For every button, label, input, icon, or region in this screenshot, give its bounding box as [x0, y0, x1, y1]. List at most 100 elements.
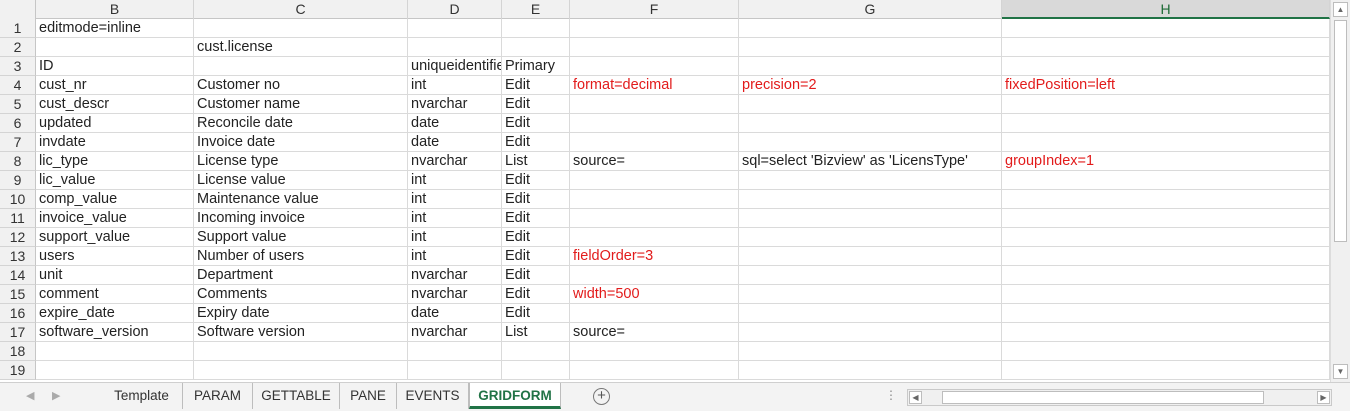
cell-e6[interactable]: Edit	[502, 114, 570, 133]
scroll-right-icon[interactable]: ▶	[1317, 391, 1330, 404]
scroll-up-icon[interactable]: ▲	[1333, 2, 1348, 17]
cell-d13[interactable]: int	[408, 247, 502, 266]
triangle-left-icon[interactable]: ◀	[26, 389, 34, 402]
cell-f14[interactable]	[570, 266, 739, 285]
horizontal-scrollbar[interactable]: ◀ ▶	[907, 389, 1332, 406]
cell-f9[interactable]	[570, 171, 739, 190]
cell-b11[interactable]: invoice_value	[36, 209, 194, 228]
cell-e4[interactable]: Edit	[502, 76, 570, 95]
cell-e14[interactable]: Edit	[502, 266, 570, 285]
cell-g18[interactable]	[739, 342, 1002, 361]
cell-f1[interactable]	[570, 19, 739, 38]
cell-f10[interactable]	[570, 190, 739, 209]
cell-g12[interactable]	[739, 228, 1002, 247]
row-header[interactable]: 6	[0, 114, 36, 133]
tab-param[interactable]: PARAM	[183, 383, 253, 409]
cell-e2[interactable]	[502, 38, 570, 57]
cell-b8[interactable]: lic_type	[36, 152, 194, 171]
cell-c5[interactable]: Customer name	[194, 95, 408, 114]
cell-f2[interactable]	[570, 38, 739, 57]
cell-e17[interactable]: List	[502, 323, 570, 342]
row-header[interactable]: 15	[0, 285, 36, 304]
cell-g8[interactable]: sql=select 'Bizview' as 'LicensType'	[739, 152, 1002, 171]
cell-c6[interactable]: Reconcile date	[194, 114, 408, 133]
more-options-icon[interactable]: ⋮	[885, 388, 897, 402]
row-header[interactable]: 11	[0, 209, 36, 228]
cell-e8[interactable]: List	[502, 152, 570, 171]
scroll-left-icon[interactable]: ◀	[909, 391, 922, 404]
cell-d12[interactable]: int	[408, 228, 502, 247]
cell-e18[interactable]	[502, 342, 570, 361]
cell-d3[interactable]: uniqueidentifier	[408, 57, 502, 76]
column-header-e[interactable]: E	[502, 0, 570, 19]
tab-template[interactable]: Template	[101, 383, 183, 409]
cell-c9[interactable]: License value	[194, 171, 408, 190]
cell-e5[interactable]: Edit	[502, 95, 570, 114]
cell-h13[interactable]	[1002, 247, 1330, 266]
cell-f6[interactable]	[570, 114, 739, 133]
cell-b6[interactable]: updated	[36, 114, 194, 133]
row-header[interactable]: 13	[0, 247, 36, 266]
cell-c1[interactable]	[194, 19, 408, 38]
cell-c12[interactable]: Support value	[194, 228, 408, 247]
row-header[interactable]: 3	[0, 57, 36, 76]
cell-h1[interactable]	[1002, 19, 1330, 38]
cell-h9[interactable]	[1002, 171, 1330, 190]
cell-b9[interactable]: lic_value	[36, 171, 194, 190]
cell-c7[interactable]: Invoice date	[194, 133, 408, 152]
cell-f16[interactable]	[570, 304, 739, 323]
cell-b14[interactable]: unit	[36, 266, 194, 285]
cell-d10[interactable]: int	[408, 190, 502, 209]
row-header[interactable]: 10	[0, 190, 36, 209]
cell-d19[interactable]	[408, 361, 502, 380]
cell-h2[interactable]	[1002, 38, 1330, 57]
cell-d15[interactable]: nvarchar	[408, 285, 502, 304]
cell-b3[interactable]: ID	[36, 57, 194, 76]
cell-h8[interactable]: groupIndex=1	[1002, 152, 1330, 171]
cell-c15[interactable]: Comments	[194, 285, 408, 304]
tab-pane[interactable]: PANE	[340, 383, 397, 409]
cell-g6[interactable]	[739, 114, 1002, 133]
cell-b10[interactable]: comp_value	[36, 190, 194, 209]
row-header[interactable]: 5	[0, 95, 36, 114]
cell-f3[interactable]	[570, 57, 739, 76]
cell-g3[interactable]	[739, 57, 1002, 76]
row-header[interactable]: 19	[0, 361, 36, 380]
cell-c11[interactable]: Incoming invoice	[194, 209, 408, 228]
cell-d4[interactable]: int	[408, 76, 502, 95]
cell-b15[interactable]: comment	[36, 285, 194, 304]
cell-h5[interactable]	[1002, 95, 1330, 114]
vertical-scrollbar[interactable]: ▲ ▼	[1330, 0, 1350, 382]
cell-e16[interactable]: Edit	[502, 304, 570, 323]
cell-e3[interactable]: Primary	[502, 57, 570, 76]
cell-h17[interactable]	[1002, 323, 1330, 342]
cell-d18[interactable]	[408, 342, 502, 361]
tab-events[interactable]: EVENTS	[397, 383, 469, 409]
cell-f4[interactable]: format=decimal	[570, 76, 739, 95]
column-header-h[interactable]: H	[1002, 0, 1330, 19]
cell-c4[interactable]: Customer no	[194, 76, 408, 95]
cell-g7[interactable]	[739, 133, 1002, 152]
cell-c19[interactable]	[194, 361, 408, 380]
cell-b13[interactable]: users	[36, 247, 194, 266]
row-header[interactable]: 7	[0, 133, 36, 152]
cell-b16[interactable]: expire_date	[36, 304, 194, 323]
column-header-f[interactable]: F	[570, 0, 739, 19]
cell-c14[interactable]: Department	[194, 266, 408, 285]
cell-e9[interactable]: Edit	[502, 171, 570, 190]
cell-g1[interactable]	[739, 19, 1002, 38]
cell-d11[interactable]: int	[408, 209, 502, 228]
cell-d1[interactable]	[408, 19, 502, 38]
spreadsheet-grid[interactable]: BCDEFGH 1 editmode=inline 2 cust.license 3 ID…	[0, 0, 1330, 382]
cell-h7[interactable]	[1002, 133, 1330, 152]
cell-h12[interactable]	[1002, 228, 1330, 247]
cell-e13[interactable]: Edit	[502, 247, 570, 266]
cell-g14[interactable]	[739, 266, 1002, 285]
cell-d2[interactable]	[408, 38, 502, 57]
cell-c16[interactable]: Expiry date	[194, 304, 408, 323]
horizontal-scroll-thumb[interactable]	[942, 391, 1264, 404]
cell-h18[interactable]	[1002, 342, 1330, 361]
row-header[interactable]: 18	[0, 342, 36, 361]
column-header-g[interactable]: G	[739, 0, 1002, 19]
row-header[interactable]: 14	[0, 266, 36, 285]
